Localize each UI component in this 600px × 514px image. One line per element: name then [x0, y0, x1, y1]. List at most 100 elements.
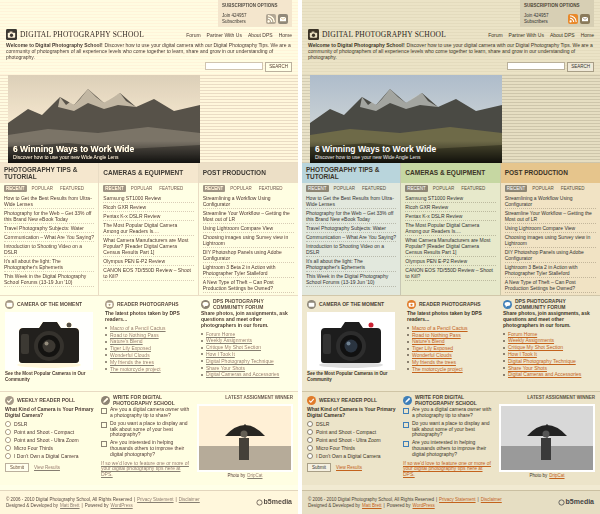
article-link[interactable]: How to Get the Best Results from Ultra-W…: [4, 194, 94, 209]
article-link[interactable]: Lightroom 3 Beta 2 in Action with Photog…: [203, 263, 294, 278]
article-link[interactable]: It's all about the light: The Photograph…: [4, 257, 94, 272]
forum-link[interactable]: Critique My Shot Section: [201, 344, 293, 351]
article-link[interactable]: DIY Photoshop Panels using Adobe Configu…: [203, 248, 294, 263]
forum-link[interactable]: Share Your Shots: [503, 365, 595, 372]
photo-link[interactable]: My friends the trees: [407, 359, 499, 366]
footer-text[interactable]: Disclaimer: [179, 497, 200, 502]
article-link[interactable]: Streamline Your Workflow – Getting the M…: [203, 209, 294, 224]
nav-link[interactable]: Forum: [186, 32, 200, 38]
hero-photo[interactable]: 6 Winning Ways to Work WideDiscover how …: [8, 75, 200, 163]
search-input[interactable]: [507, 62, 565, 70]
author-link[interactable]: DripCat: [549, 473, 564, 478]
column-tab[interactable]: FEATURED: [459, 185, 487, 192]
poll-option[interactable]: I Don't Own a Digital Camera: [307, 453, 399, 460]
column-tab[interactable]: POPULAR: [129, 185, 155, 192]
forum-link[interactable]: Digital Photography Technique: [201, 358, 293, 365]
radio-button[interactable]: [307, 453, 313, 459]
photo-link[interactable]: Nature's Blend: [105, 338, 197, 345]
forum-link[interactable]: How I Took It: [503, 351, 595, 358]
photo-link[interactable]: My friends the trees: [105, 359, 197, 366]
nav-link[interactable]: Partner With Us: [207, 32, 242, 38]
footer-text[interactable]: WordPress: [413, 503, 435, 508]
write-note[interactable]: If so we'd love to feature one or more o…: [403, 461, 495, 478]
photo-link[interactable]: Tiger Lily Exposed: [407, 345, 499, 352]
article-link[interactable]: Choosing images using Survey view in Lig…: [203, 233, 294, 248]
article-link[interactable]: Using Lightroom Compare View: [505, 224, 596, 233]
photo-link[interactable]: The motorcycle project: [105, 366, 197, 373]
photo-link[interactable]: Macro of a Pencil Cactus: [407, 325, 499, 332]
article-link[interactable]: A New Type of Theft – Can Post Productio…: [203, 278, 294, 293]
author-link[interactable]: DripCat: [247, 473, 262, 478]
article-link[interactable]: This Week in the Digital Photography Sch…: [4, 272, 94, 287]
article-link[interactable]: How to Get the Best Results from Ultra-W…: [306, 194, 396, 209]
article-link[interactable]: What Camera Manufacturers are Most Popul…: [103, 236, 193, 257]
article-link[interactable]: Choosing images using Survey view in Lig…: [505, 233, 596, 248]
photo-link[interactable]: Tiger Lily Exposed: [105, 345, 197, 352]
forum-link[interactable]: Forum Home: [503, 331, 595, 338]
email-icon[interactable]: [278, 14, 288, 24]
search-input[interactable]: [205, 62, 263, 70]
article-link[interactable]: CANON EOS 7D/550D Review – Shoot to Kill…: [405, 266, 495, 281]
article-link[interactable]: Travel Photography Subjects: Water: [4, 224, 94, 233]
b5media-logo[interactable]: b5media: [256, 498, 292, 506]
article-link[interactable]: It's all about the light: The Photograph…: [306, 257, 396, 272]
article-link[interactable]: This Week in the Digital Photography Sch…: [306, 272, 396, 287]
radio-button[interactable]: [5, 421, 11, 427]
footer-text[interactable]: Disclaimer: [481, 497, 502, 502]
nav-link[interactable]: About DPS: [550, 32, 575, 38]
article-link[interactable]: The Most Popular Digital Camera Among ou…: [405, 221, 495, 236]
view-results-link[interactable]: View Results: [34, 465, 60, 470]
article-link[interactable]: Lightroom 3 Beta 2 in Action with Photog…: [505, 263, 596, 278]
winner-photo[interactable]: [499, 404, 595, 472]
article-link[interactable]: Samsung ST1000 Review: [103, 194, 193, 203]
search-button[interactable]: SEARCH: [265, 62, 292, 71]
photo-link[interactable]: Macro of a Pencil Cactus: [105, 325, 197, 332]
article-link[interactable]: The Most Popular Digital Camera Among ou…: [103, 221, 193, 236]
article-link[interactable]: Streamlining a Workflow Using Configurat…: [505, 194, 596, 209]
forum-link[interactable]: Share Your Shots: [201, 365, 293, 372]
column-tab[interactable]: FEATURED: [559, 185, 587, 192]
camera-photo[interactable]: [307, 312, 395, 370]
camera-caption[interactable]: See the Most Popular Cameras in Our Comm…: [5, 371, 101, 382]
forum-link[interactable]: Digital Cameras and Accessories: [503, 371, 595, 378]
footer-text[interactable]: Matt Brett: [362, 503, 382, 508]
forum-link[interactable]: Critique My Shot Section: [503, 344, 595, 351]
radio-button[interactable]: [307, 421, 313, 427]
column-tab[interactable]: POPULAR: [332, 185, 358, 192]
poll-option[interactable]: I Don't Own a Digital Camera: [5, 453, 97, 460]
email-icon[interactable]: [580, 14, 590, 24]
hero-title[interactable]: 6 Winning Ways to Work Wide: [315, 144, 497, 154]
photo-link[interactable]: Wonderful Clouds: [407, 352, 499, 359]
camera-caption[interactable]: See the Most Popular Cameras in Our Comm…: [307, 371, 403, 382]
view-results-link[interactable]: View Results: [336, 465, 362, 470]
radio-button[interactable]: [5, 445, 11, 451]
poll-option[interactable]: Point and Shoot - Compact: [307, 429, 399, 436]
radio-button[interactable]: [307, 429, 313, 435]
radio-button[interactable]: [5, 453, 11, 459]
submit-button[interactable]: Submit: [307, 463, 331, 472]
poll-option[interactable]: DSLR: [307, 421, 399, 428]
forum-link[interactable]: Digital Cameras and Accessories: [201, 371, 293, 378]
photo-link[interactable]: The motorcycle project: [407, 366, 499, 373]
poll-option[interactable]: Micro Four Thirds: [307, 445, 399, 452]
article-link[interactable]: A New Type of Theft – Can Post Productio…: [505, 278, 596, 293]
column-tab[interactable]: RECENT: [505, 185, 528, 192]
article-link[interactable]: CANON EOS 7D/550D Review – Shoot to Kill…: [103, 266, 193, 281]
column-tab[interactable]: FEATURED: [58, 185, 86, 192]
article-link[interactable]: Pentax K-x DSLR Review: [103, 212, 193, 221]
radio-button[interactable]: [307, 437, 313, 443]
column-tab[interactable]: RECENT: [103, 185, 126, 192]
article-link[interactable]: DIY Photoshop Panels using Adobe Configu…: [505, 248, 596, 263]
footer-text[interactable]: Matt Brett: [60, 503, 80, 508]
nav-link[interactable]: Home: [581, 32, 594, 38]
photo-link[interactable]: Road to Nothing Pass: [407, 332, 499, 339]
photo-link[interactable]: Wonderful Clouds: [105, 352, 197, 359]
submit-button[interactable]: Submit: [5, 463, 29, 472]
radio-button[interactable]: [5, 437, 11, 443]
nav-link[interactable]: Forum: [488, 32, 502, 38]
column-tab[interactable]: RECENT: [306, 185, 329, 192]
hero-photo[interactable]: 6 Winning Ways to Work WideDiscover how …: [310, 75, 502, 163]
photo-link[interactable]: Road to Nothing Pass: [105, 332, 197, 339]
rss-icon[interactable]: [568, 14, 578, 24]
write-note[interactable]: If so we'd love to feature one or more o…: [101, 461, 193, 478]
